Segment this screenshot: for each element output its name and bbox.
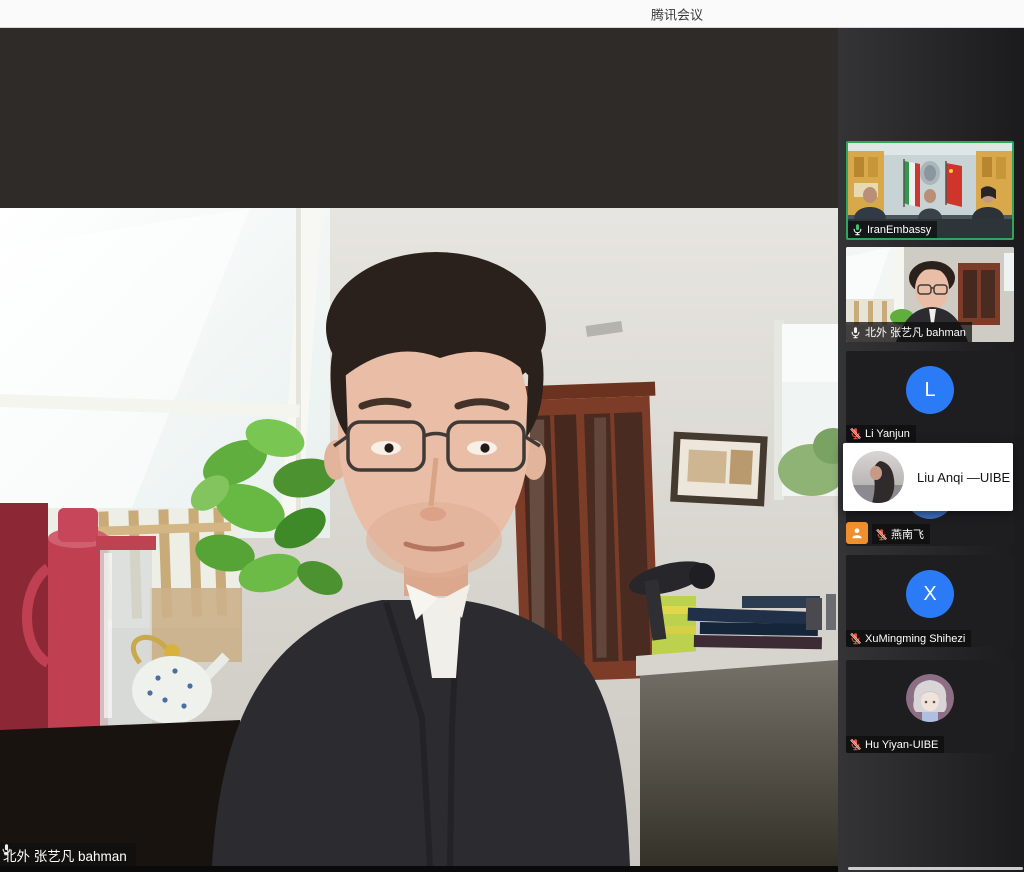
participant-name-label: Li Yanjun xyxy=(846,425,916,442)
name-card-popup: Liu Anqi —UIBE xyxy=(843,443,1013,511)
mic-muted-icon xyxy=(849,632,862,645)
participant-tile-iranembassy[interactable]: IranEmbassy xyxy=(846,141,1014,240)
popup-name: Liu Anqi —UIBE xyxy=(917,470,1010,485)
mic-muted-icon xyxy=(849,427,862,440)
main-stage: 北外 张艺凡 bahman xyxy=(0,28,838,872)
meeting-window: 腾讯会议 xyxy=(0,0,1024,872)
participant-name-label: XuMingming Shihezi xyxy=(846,630,971,647)
participants-sidebar: IranEmbassy xyxy=(838,28,1024,872)
mic-muted-icon xyxy=(849,738,862,751)
participant-name: IranEmbassy xyxy=(867,224,931,236)
wall-picture xyxy=(670,432,768,507)
participant-name-label: IranEmbassy xyxy=(848,221,937,238)
mic-muted-icon xyxy=(875,528,888,541)
person-badge-icon xyxy=(846,522,868,544)
speaker-name-label: 北外 张艺凡 bahman xyxy=(0,843,136,866)
mic-on-icon xyxy=(849,326,862,339)
stage-bottom-strip xyxy=(0,866,838,872)
participant-name: 北外 张艺凡 bahman xyxy=(865,324,966,340)
china-flag xyxy=(946,161,962,207)
participant-name-label: Hu Yiyan-UIBE xyxy=(846,736,944,753)
popup-avatar xyxy=(852,451,904,503)
participant-name-label: 燕南飞 xyxy=(872,524,930,544)
main-video[interactable]: 北外 张艺凡 bahman xyxy=(0,208,838,866)
participant-tile-li-yanjun[interactable]: L Li Yanjun xyxy=(846,351,1014,442)
participant-name-label: 北外 张艺凡 bahman xyxy=(846,322,972,342)
participant-name: Li Yanjun xyxy=(865,428,910,440)
speaker-name: 北外 张艺凡 bahman xyxy=(3,845,127,865)
avatar-letter: L xyxy=(906,366,954,414)
participant-name: XuMingming Shihezi xyxy=(865,633,965,645)
mic-on-icon xyxy=(0,843,13,856)
window-title: 腾讯会议 xyxy=(651,4,703,23)
participant-tile-self[interactable]: 北外 张艺凡 bahman xyxy=(846,247,1014,342)
avatar-image xyxy=(906,674,954,722)
main-video-scene xyxy=(0,208,838,866)
participant-name: Hu Yiyan-UIBE xyxy=(865,739,938,751)
mic-speaking-icon xyxy=(851,223,864,236)
participant-name: 燕南飞 xyxy=(891,526,924,542)
titlebar: 腾讯会议 xyxy=(0,0,1024,28)
iran-flag xyxy=(904,159,920,207)
participant-tile-hu-yiyan[interactable]: Hu Yiyan-UIBE xyxy=(846,660,1014,753)
sidebar-scrollbar[interactable] xyxy=(848,867,1023,870)
participant-tile-xumingming[interactable]: X XuMingming Shihezi xyxy=(846,555,1014,647)
avatar-letter: X xyxy=(906,570,954,618)
